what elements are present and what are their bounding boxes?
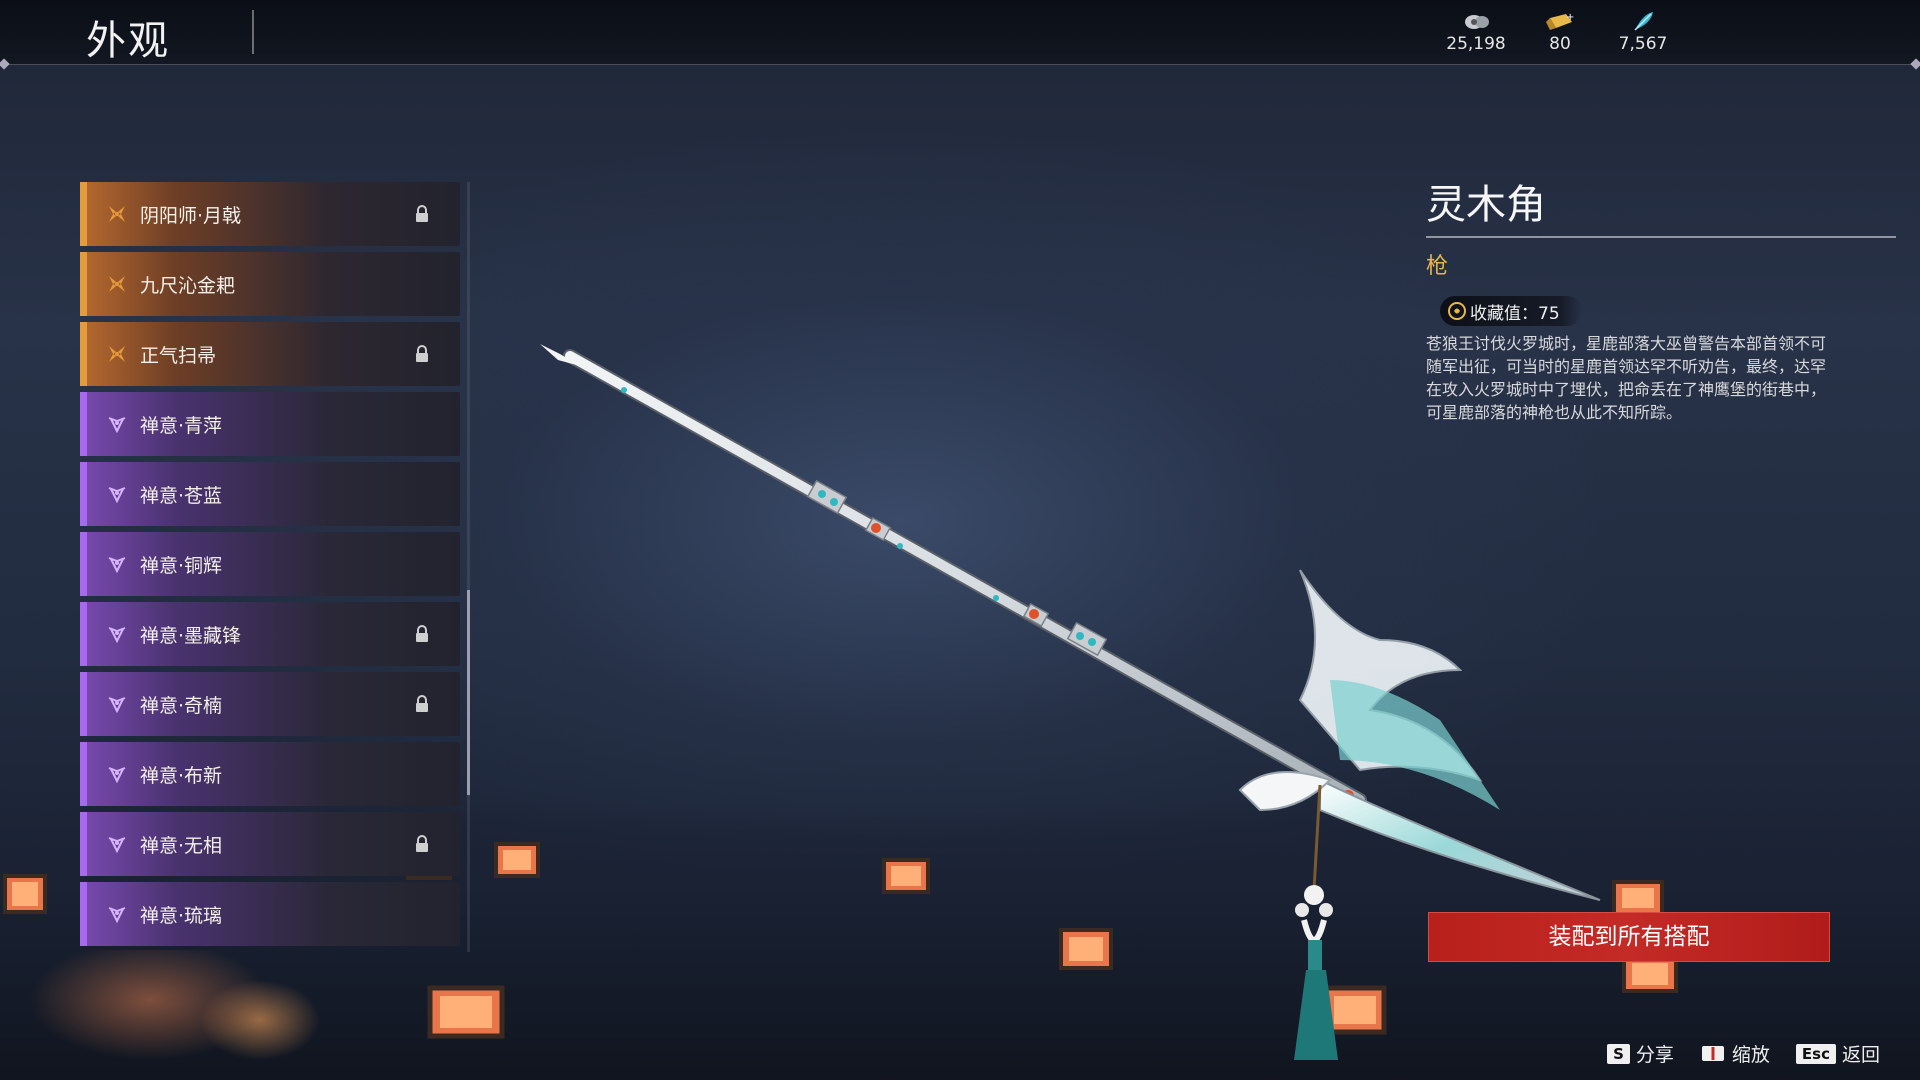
gold-rarity-icon xyxy=(109,346,125,362)
appearance-list: 阴阳师·月戟 九尺沁金耙正气扫帚禅意·青萍禅意·苍蓝禅意·铜辉禅意·墨藏锋 禅意·奇… xyxy=(80,182,460,952)
lock-icon xyxy=(416,625,428,642)
rarity-bar xyxy=(80,532,87,596)
list-scrollbar-thumb[interactable] xyxy=(467,590,470,795)
lock-icon xyxy=(416,205,428,222)
hint-label: 返回 xyxy=(1841,1044,1880,1066)
currency-value: 25,198 xyxy=(1446,34,1506,54)
purple-rarity-icon xyxy=(108,697,126,714)
list-item[interactable]: 禅意·奇楠 xyxy=(80,672,460,736)
purple-rarity-icon xyxy=(108,557,126,574)
list-item-label: 禅意·琉璃 xyxy=(140,904,223,927)
rarity-bar xyxy=(80,882,87,946)
gold-rarity-icon xyxy=(109,206,125,222)
title-divider xyxy=(252,10,254,54)
list-item[interactable]: 正气扫帚 xyxy=(80,322,460,386)
key-esc: Esc xyxy=(1795,1043,1836,1064)
item-detail-panel: 灵木角 枪 收藏值：75 苍狼王讨伐火罗城时，星鹿部落大巫曾警告本部首领不可随军… xyxy=(1426,172,1900,424)
book-icon xyxy=(1701,1045,1724,1061)
list-item[interactable]: 禅意·墨藏锋 xyxy=(80,602,460,666)
list-item-label: 禅意·铜辉 xyxy=(140,554,223,577)
svg-text:+: + xyxy=(1566,12,1574,23)
currency-ingots: + 80 xyxy=(1520,10,1600,54)
share-hint[interactable]: S 分享 xyxy=(1607,1040,1674,1067)
lock-icon xyxy=(416,835,428,852)
list-item[interactable]: 禅意·无相 xyxy=(80,812,460,876)
list-item-label: 正气扫帚 xyxy=(140,344,217,367)
rarity-bar xyxy=(80,602,87,666)
list-item-label: 禅意·墨藏锋 xyxy=(140,624,242,647)
rarity-bar xyxy=(80,672,87,736)
hint-label: 缩放 xyxy=(1731,1044,1770,1066)
top-bar: 外观 25,198 + 80 7,567 xyxy=(0,0,1920,70)
list-item-label: 禅意·奇楠 xyxy=(140,694,223,717)
list-item-label: 阴阳师·月戟 xyxy=(140,204,242,227)
list-item[interactable]: 禅意·铜辉 xyxy=(80,532,460,596)
lock-icon xyxy=(416,695,428,712)
currency-feathers: 7,567 xyxy=(1603,10,1683,54)
item-type: 枪 xyxy=(1426,254,1449,279)
rarity-bar xyxy=(80,252,87,316)
purple-rarity-icon xyxy=(108,417,126,434)
purple-rarity-icon xyxy=(108,907,126,924)
key-s: S xyxy=(1607,1043,1630,1064)
feather-icon xyxy=(1634,12,1653,31)
rarity-bar xyxy=(80,392,87,456)
list-item-label: 禅意·布新 xyxy=(140,764,223,787)
collection-coin-icon xyxy=(1448,302,1466,320)
lantern-decoration xyxy=(3,874,47,914)
list-item[interactable]: 阴阳师·月戟 xyxy=(80,182,460,246)
zoom-hint[interactable]: 缩放 xyxy=(1700,1040,1770,1067)
list-item[interactable]: 禅意·布新 xyxy=(80,742,460,806)
list-item-label: 禅意·青萍 xyxy=(140,414,223,437)
page-title: 外观 xyxy=(86,18,170,64)
collection-value-badge: 收藏值：75 xyxy=(1440,296,1582,326)
list-item[interactable]: 禅意·琉璃 xyxy=(80,882,460,946)
lock-icon xyxy=(416,345,428,362)
coin-stack-icon xyxy=(1465,15,1489,29)
list-item-label: 九尺沁金耙 xyxy=(140,274,236,297)
blurred-overlay xyxy=(0,950,350,1080)
list-scrollbar[interactable] xyxy=(467,182,470,952)
list-item[interactable]: 禅意·青萍 xyxy=(80,392,460,456)
gold-rarity-icon xyxy=(109,276,125,292)
divider-ornament xyxy=(1910,58,1920,70)
currency-coins: 25,198 xyxy=(1436,10,1516,54)
rarity-bar xyxy=(80,812,87,876)
list-item-label: 禅意·苍蓝 xyxy=(140,484,223,507)
hint-label: 分享 xyxy=(1635,1044,1674,1066)
rarity-bar xyxy=(80,742,87,806)
list-item-label: 禅意·无相 xyxy=(140,834,223,857)
item-description: 苍狼王讨伐火罗城时，星鹿部落大巫曾警告本部首领不可随军出征，可当时的星鹿首领达罕… xyxy=(1426,334,1827,422)
item-name: 灵木角 xyxy=(1426,172,1896,238)
list-item[interactable]: 九尺沁金耙 xyxy=(80,252,460,316)
currency-value: 80 xyxy=(1549,34,1571,54)
list-item[interactable]: 禅意·苍蓝 xyxy=(80,462,460,526)
lantern-decoration xyxy=(494,842,540,878)
purple-rarity-icon xyxy=(108,837,126,854)
rarity-bar xyxy=(80,322,87,386)
gold-ingot-icon: + xyxy=(1546,12,1574,30)
collection-value: 收藏值：75 xyxy=(1470,303,1560,324)
purple-rarity-icon xyxy=(108,627,126,644)
equip-all-button[interactable]: 装配到所有搭配 xyxy=(1428,912,1830,962)
divider-ornament xyxy=(0,58,10,70)
purple-rarity-icon xyxy=(108,767,126,784)
key-hints: S 分享 缩放 Esc 返回 xyxy=(1607,1040,1880,1067)
rarity-bar xyxy=(80,462,87,526)
currency-value: 7,567 xyxy=(1618,34,1668,54)
back-hint[interactable]: Esc 返回 xyxy=(1795,1040,1880,1067)
rarity-bar xyxy=(80,182,87,246)
purple-rarity-icon xyxy=(108,487,126,504)
lantern-decoration xyxy=(427,985,505,1039)
